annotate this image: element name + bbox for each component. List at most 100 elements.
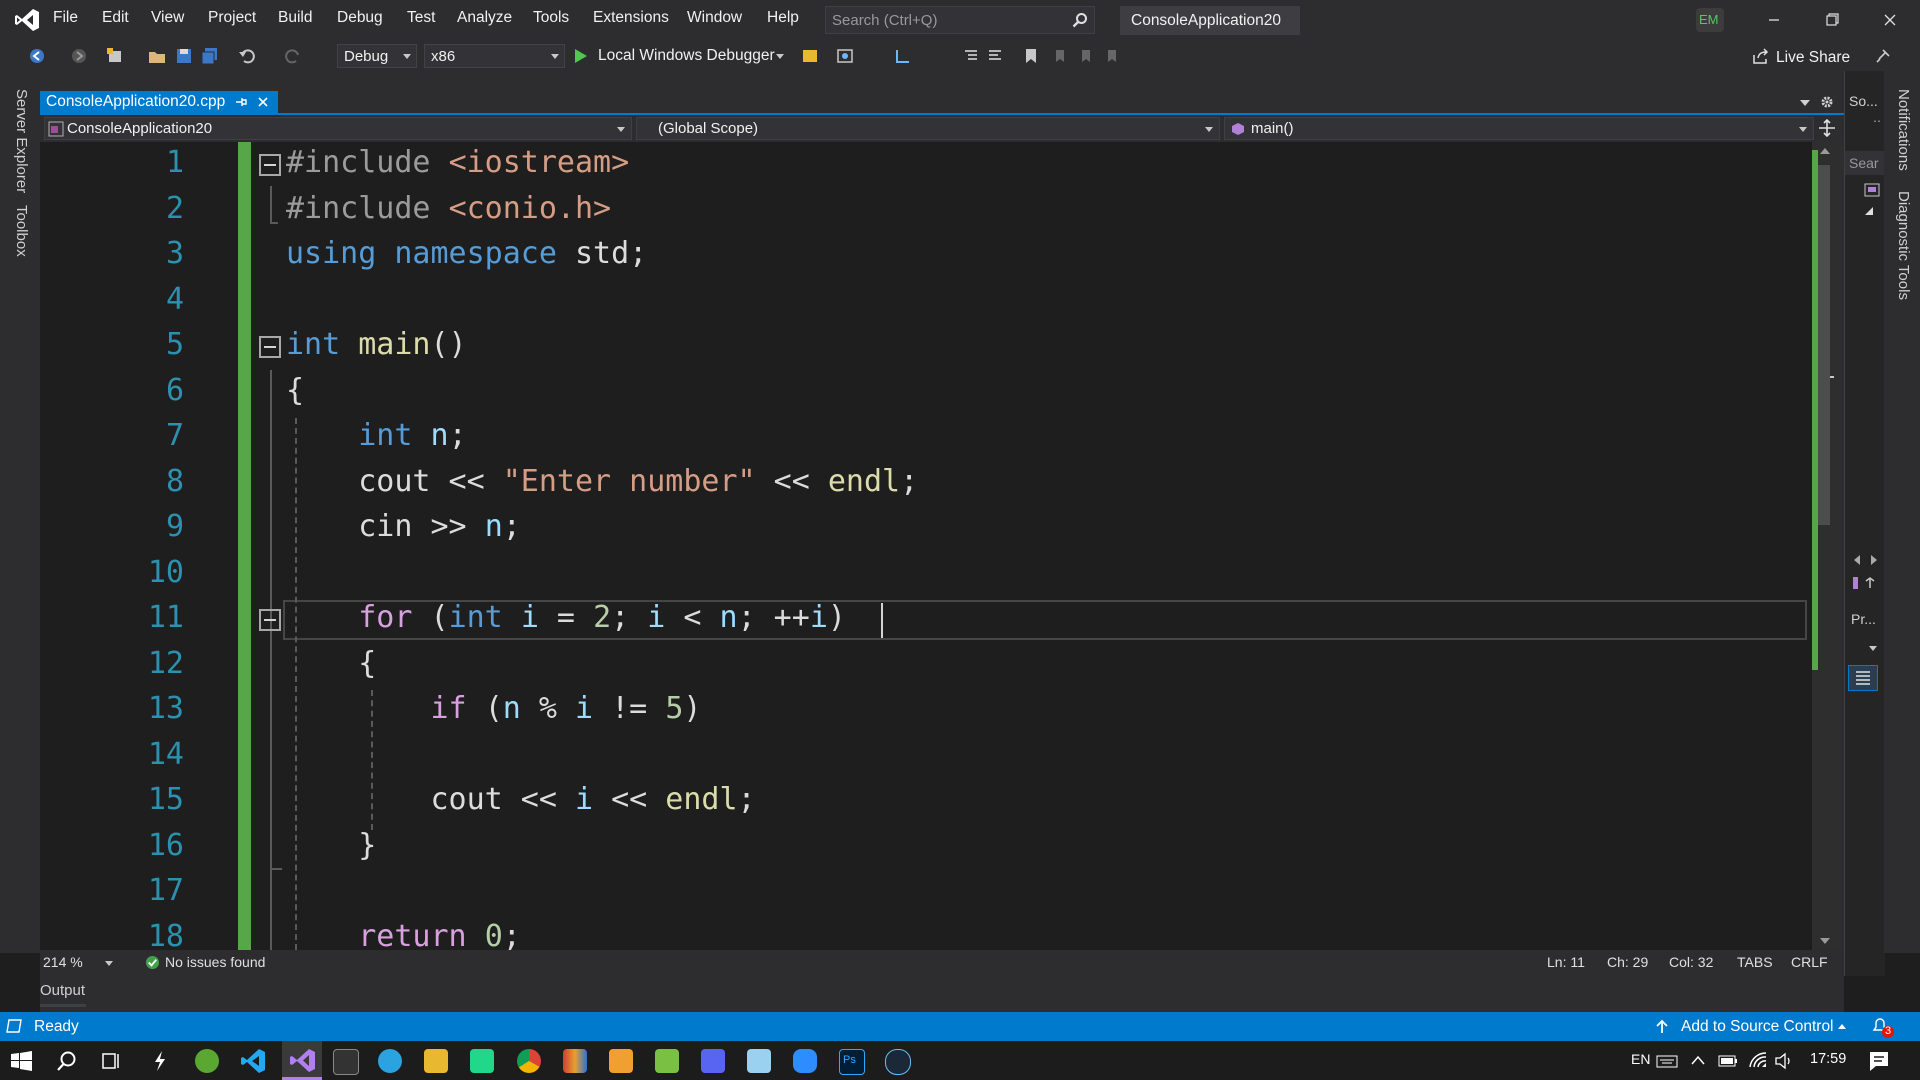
- start-debugging-button[interactable]: Local Windows Debugger: [598, 47, 775, 65]
- discord-icon[interactable]: [701, 1049, 725, 1073]
- save-icon[interactable]: [175, 47, 193, 65]
- scope-select[interactable]: (Global Scope): [636, 117, 1220, 140]
- solution-explorer-tab[interactable]: So...: [1849, 93, 1878, 109]
- notepad-icon[interactable]: [747, 1049, 771, 1073]
- bookmark-icon[interactable]: [1022, 47, 1040, 65]
- project-select[interactable]: ConsoleApplication20: [44, 117, 632, 140]
- scroll-right-icon[interactable]: [1871, 555, 1877, 565]
- menu-file[interactable]: File: [53, 9, 78, 27]
- categorized-view-icon[interactable]: [1848, 665, 1878, 691]
- notifications-tab[interactable]: Notifications: [1895, 89, 1912, 171]
- close-tab-icon[interactable]: [256, 95, 270, 109]
- collapse-region-icon[interactable]: [259, 336, 281, 358]
- menu-analyze[interactable]: Analyze: [457, 9, 512, 27]
- solution-search-box[interactable]: Sear: [1845, 151, 1885, 175]
- feedback-icon[interactable]: [1874, 47, 1892, 65]
- task-view-icon[interactable]: [100, 1050, 122, 1072]
- code-line[interactable]: {: [286, 373, 304, 408]
- scroll-up-icon[interactable]: [1820, 148, 1830, 154]
- photoshop-icon[interactable]: Ps: [839, 1049, 865, 1075]
- tab-consoleapplication20-cpp[interactable]: ConsoleApplication20.cpp: [40, 91, 278, 113]
- diagnostic-tools-tab[interactable]: Diagnostic Tools: [1895, 191, 1912, 300]
- file-explorer-icon[interactable]: [424, 1049, 448, 1073]
- solution-view-icon[interactable]: [1864, 183, 1880, 197]
- next-bookmark-icon[interactable]: [1078, 47, 1096, 65]
- keyboard-icon[interactable]: [1656, 1052, 1678, 1068]
- code-line[interactable]: cout << "Enter number" << endl;: [286, 464, 918, 499]
- menu-tools[interactable]: Tools: [533, 9, 569, 27]
- save-all-icon[interactable]: [201, 47, 219, 65]
- code-line[interactable]: if (n % i != 5): [286, 691, 702, 726]
- code-line[interactable]: using namespace std;: [286, 236, 647, 271]
- server-explorer-tab[interactable]: Server Explorer: [13, 89, 30, 193]
- code-line[interactable]: #include <conio.h>: [286, 191, 611, 226]
- prev-bookmark-icon[interactable]: [1052, 47, 1070, 65]
- volume-icon[interactable]: [1774, 1052, 1794, 1070]
- member-select[interactable]: main(): [1224, 117, 1814, 140]
- app-stack-icon[interactable]: [655, 1049, 679, 1073]
- code-line[interactable]: {: [286, 646, 376, 681]
- lightning-app-icon[interactable]: [152, 1050, 168, 1072]
- search-icon[interactable]: [56, 1050, 78, 1072]
- solution-platform-select[interactable]: x86: [424, 44, 565, 68]
- input-language[interactable]: EN: [1631, 1051, 1650, 1067]
- indent-mode[interactable]: TABS: [1737, 954, 1773, 970]
- code-line[interactable]: int n;: [286, 418, 466, 453]
- action-center-icon[interactable]: [1868, 1050, 1890, 1072]
- clear-bookmarks-icon[interactable]: [1104, 47, 1122, 65]
- restore-button[interactable]: [1812, 6, 1852, 34]
- clock[interactable]: 17:59: [1810, 1051, 1846, 1067]
- chrome-icon[interactable]: [517, 1049, 541, 1073]
- line-ending[interactable]: CRLF: [1791, 954, 1828, 970]
- wifi-icon[interactable]: [1748, 1051, 1768, 1069]
- pycharm-icon[interactable]: [470, 1049, 494, 1073]
- undo-icon[interactable]: [238, 47, 256, 65]
- close-window-button[interactable]: [1870, 6, 1910, 34]
- split-window-icon[interactable]: [1818, 119, 1836, 137]
- expand-triangle-icon[interactable]: [1865, 207, 1873, 215]
- scroll-left-icon[interactable]: [1854, 555, 1860, 565]
- terminal-icon[interactable]: [333, 1049, 359, 1075]
- collapse-region-icon[interactable]: [259, 154, 281, 176]
- uncomment-lines-icon[interactable]: [986, 47, 1004, 65]
- issues-status[interactable]: No issues found: [165, 954, 265, 970]
- new-project-icon[interactable]: [106, 47, 124, 65]
- chevron-down-icon[interactable]: [1869, 646, 1877, 651]
- add-to-source-control-button[interactable]: Add to Source Control: [1681, 1018, 1834, 1036]
- account-avatar[interactable]: EM: [1696, 8, 1724, 32]
- zoom-icon[interactable]: [793, 1049, 817, 1073]
- pin-icon[interactable]: [234, 95, 248, 109]
- chevron-up-icon[interactable]: [1838, 1024, 1846, 1029]
- search-input[interactable]: Search (Ctrl+Q): [825, 6, 1095, 34]
- vscode-icon[interactable]: [240, 1048, 266, 1074]
- menu-debug[interactable]: Debug: [337, 9, 383, 27]
- show-hidden-icons-chevron-icon[interactable]: [1690, 1054, 1706, 1066]
- menu-view[interactable]: View: [151, 9, 184, 27]
- open-file-icon[interactable]: [148, 47, 166, 65]
- live-share-button[interactable]: Live Share: [1776, 49, 1850, 67]
- tab-list-dropdown-icon[interactable]: [1800, 100, 1810, 106]
- properties-tab[interactable]: Pr...: [1851, 611, 1876, 627]
- menu-build[interactable]: Build: [278, 9, 312, 27]
- battery-icon[interactable]: [1718, 1055, 1738, 1067]
- solution-configuration-select[interactable]: Debug: [337, 44, 417, 68]
- chevron-down-icon[interactable]: [105, 961, 113, 966]
- navigate-forward-icon[interactable]: [70, 47, 88, 65]
- code-line[interactable]: for (int i = 2; i < n; ++i): [286, 600, 846, 635]
- winrar-icon[interactable]: [563, 1049, 587, 1073]
- menu-edit[interactable]: Edit: [102, 9, 129, 27]
- collapse-region-icon[interactable]: [259, 609, 281, 631]
- menu-project[interactable]: Project: [208, 9, 256, 27]
- chevron-down-icon[interactable]: [776, 54, 784, 59]
- menu-extensions[interactable]: Extensions: [593, 9, 669, 27]
- code-line[interactable]: #include <iostream>: [286, 145, 629, 180]
- properties-tool-icon[interactable]: [1851, 575, 1881, 591]
- menu-help[interactable]: Help: [767, 9, 799, 27]
- navigate-back-icon[interactable]: [28, 47, 46, 65]
- scroll-down-icon[interactable]: [1820, 938, 1830, 944]
- settings-gear-icon[interactable]: [1819, 94, 1835, 110]
- visual-studio-taskbar-button[interactable]: [282, 1041, 322, 1080]
- code-line[interactable]: return 0;: [286, 919, 521, 954]
- step-into-icon[interactable]: [894, 47, 912, 65]
- toolbox-tab[interactable]: Toolbox: [13, 205, 30, 257]
